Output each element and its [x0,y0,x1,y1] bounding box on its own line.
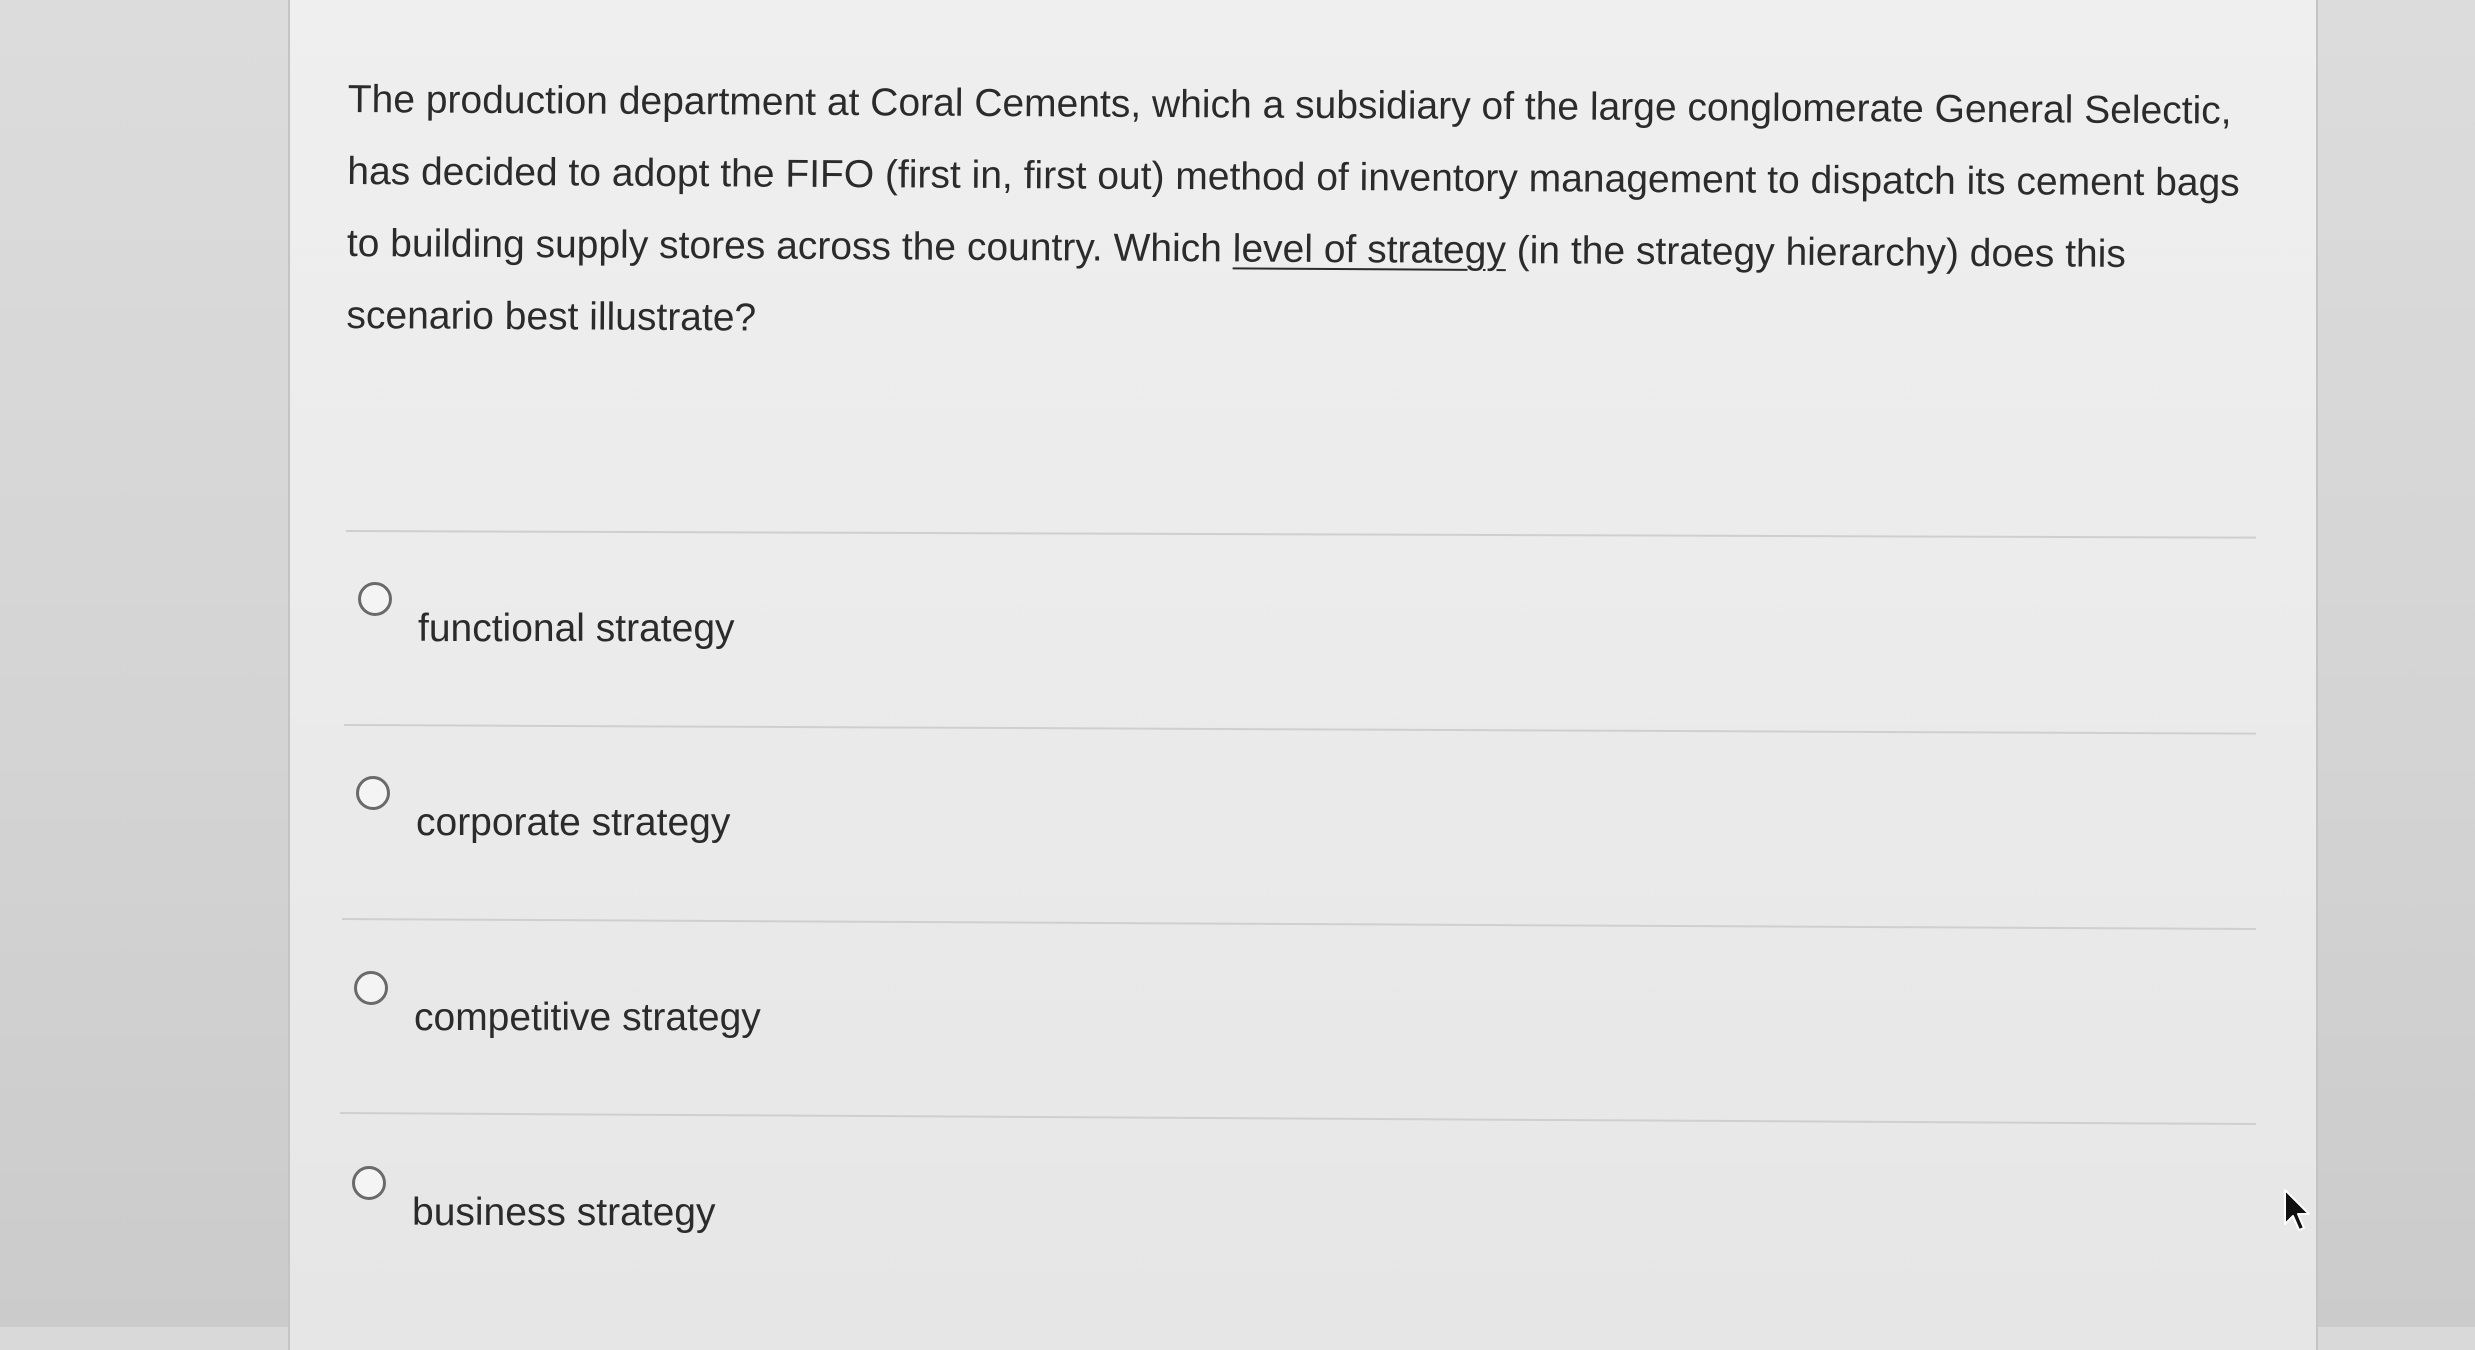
question-text: The production department at Coral Cemen… [346,64,2278,364]
answer-option-label: business strategy [412,1191,716,1234]
screen-background: The production department at Coral Cemen… [0,0,2475,1350]
quiz-panel: The production department at Coral Cemen… [288,0,2318,1350]
radio-circle-icon[interactable] [356,776,390,810]
divider [339,1112,2256,1126]
divider [345,530,2256,539]
divider [341,918,2256,931]
answer-option-label: functional strategy [418,607,735,650]
answer-option-corporate-strategy[interactable]: corporate strategy [356,776,1356,856]
answer-option-label: competitive strategy [414,996,761,1039]
radio-circle-icon[interactable] [358,582,392,616]
answer-option-functional-strategy[interactable]: functional strategy [358,582,1358,662]
radio-circle-icon[interactable] [352,1166,386,1200]
radio-circle-icon[interactable] [354,971,388,1005]
mouse-pointer-icon [2284,1189,2310,1231]
answer-option-business-strategy[interactable]: business strategy [352,1166,1352,1246]
answer-option-label: corporate strategy [416,801,731,844]
divider [343,724,2256,735]
level-of-strategy-link[interactable]: level of strategy [1233,227,1506,272]
answer-option-competitive-strategy[interactable]: competitive strategy [354,971,1354,1051]
